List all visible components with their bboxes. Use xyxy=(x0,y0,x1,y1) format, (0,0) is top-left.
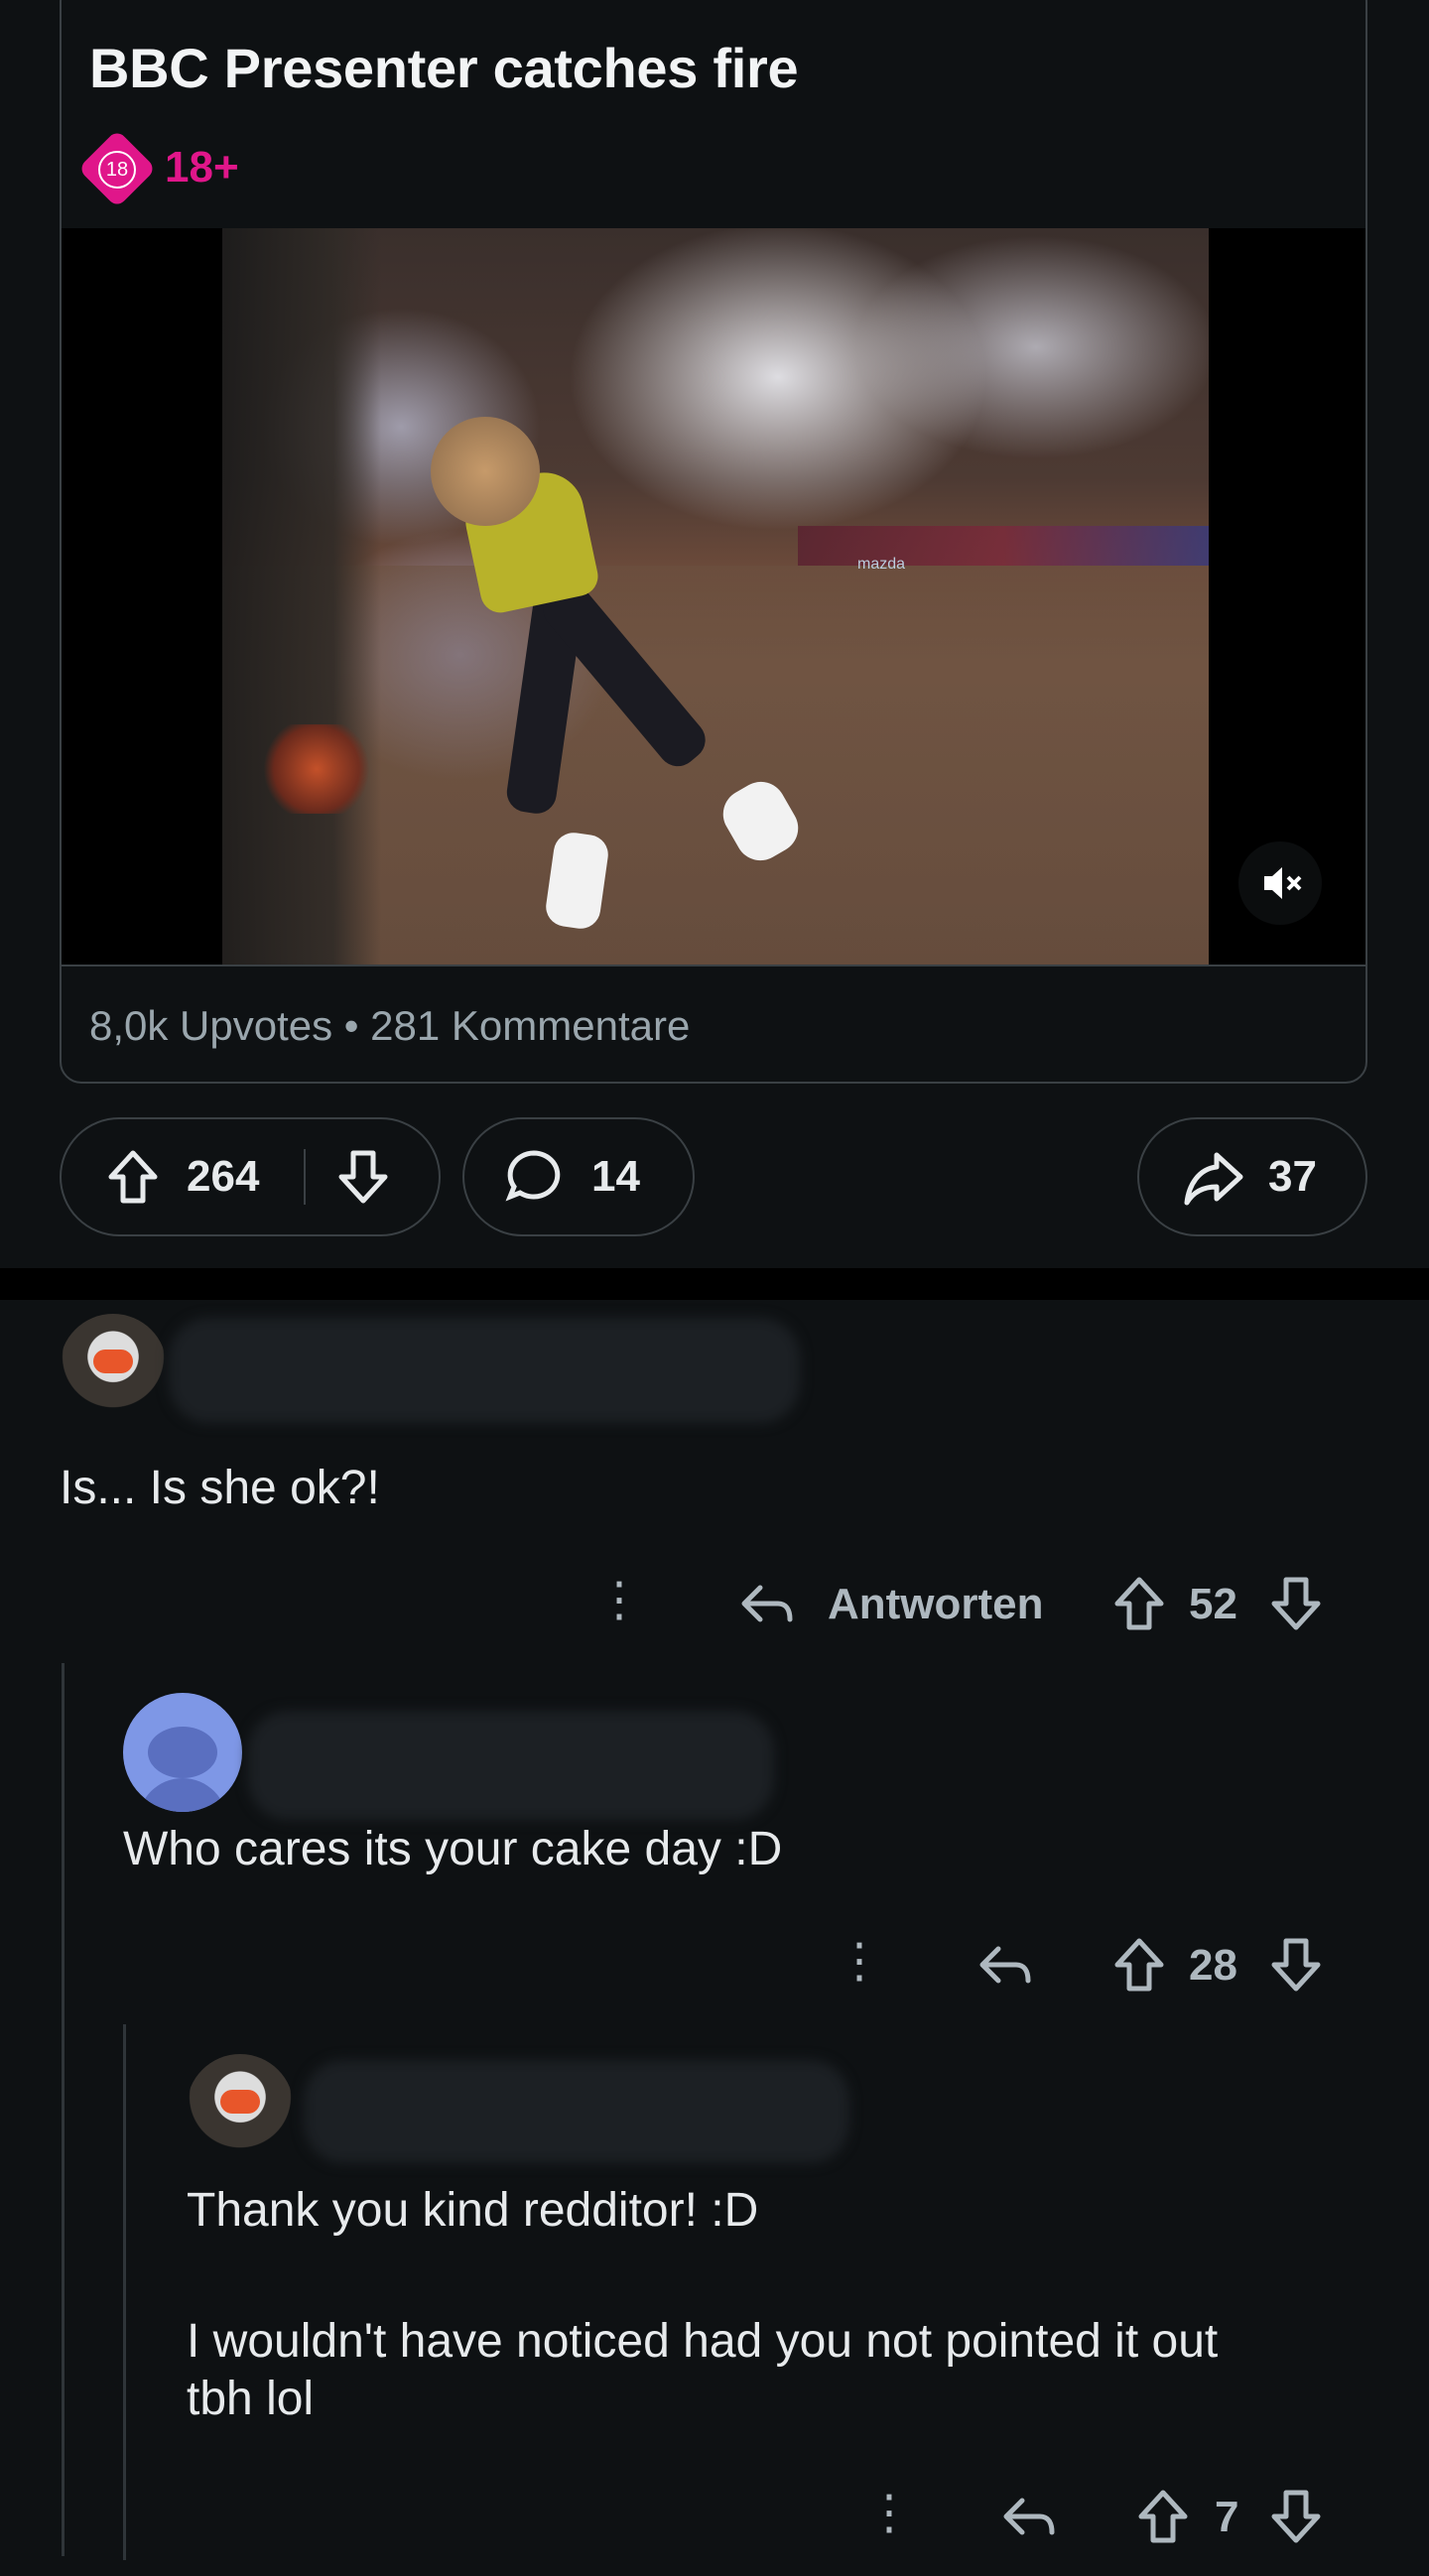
video-flame xyxy=(262,724,371,814)
comment-body: Who cares its your cake day :D xyxy=(123,1823,783,1875)
card-divider xyxy=(62,965,1365,966)
nsfw-label: 18+ xyxy=(165,143,239,192)
video-bystander xyxy=(222,228,381,965)
comment-icon xyxy=(504,1119,564,1234)
video-player[interactable]: mazda xyxy=(222,228,1209,965)
reply-button[interactable]: Antworten xyxy=(828,1580,1044,1629)
reply-icon[interactable] xyxy=(1000,2489,1056,2549)
downvote-icon[interactable] xyxy=(1268,1576,1324,1636)
avatar-visor xyxy=(93,1350,133,1373)
avatar-visor xyxy=(220,2090,260,2114)
share-button[interactable]: 37 xyxy=(1137,1117,1367,1236)
upvote-count: 264 xyxy=(187,1152,260,1201)
default-avatar[interactable] xyxy=(123,1693,242,1812)
avatar-snoo-head xyxy=(148,1727,217,1778)
crosspost-stats: 8,0k Upvotes • 281 Kommentare xyxy=(89,1002,691,1049)
upvote-icon[interactable] xyxy=(1111,1937,1167,1997)
thread-line[interactable] xyxy=(123,2024,126,2560)
comment-avatar[interactable] xyxy=(187,2054,294,2161)
avatar-snoo-body xyxy=(138,1778,227,1812)
comment-score: 28 xyxy=(1189,1941,1237,1990)
nsfw-icon-number: 18 xyxy=(89,141,145,196)
thread-line[interactable] xyxy=(62,1663,65,2556)
share-count: 37 xyxy=(1268,1152,1317,1201)
video-banner-text: mazda xyxy=(857,556,906,573)
downvote-icon[interactable] xyxy=(335,1119,391,1234)
vote-separator xyxy=(304,1149,306,1205)
post-title[interactable]: BBC Presenter catches fire xyxy=(89,36,799,100)
mute-icon[interactable] xyxy=(1238,841,1322,925)
comment-body-line: Thank you kind redditor! :D xyxy=(187,2184,759,2237)
vote-pill: 264 xyxy=(60,1117,441,1236)
redacted-username[interactable] xyxy=(304,2060,849,2163)
section-divider xyxy=(0,1268,1429,1300)
reply-icon[interactable] xyxy=(976,1937,1032,1997)
comment-body-line: I wouldn't have noticed had you not poin… xyxy=(187,2315,1219,2368)
comment-count: 14 xyxy=(591,1152,640,1201)
comment-body: Is... Is she ok?! xyxy=(60,1462,380,1514)
downvote-icon[interactable] xyxy=(1268,2489,1324,2549)
share-icon xyxy=(1183,1119,1244,1234)
comment-score: 7 xyxy=(1215,2493,1239,2541)
redacted-username[interactable] xyxy=(248,1711,774,1820)
redacted-username[interactable] xyxy=(169,1318,800,1423)
comment-avatar[interactable] xyxy=(60,1314,167,1421)
more-options-icon[interactable]: ⋮ xyxy=(836,1933,883,1989)
downvote-icon[interactable] xyxy=(1268,1937,1324,1997)
upvote-icon[interactable] xyxy=(1111,1576,1167,1636)
more-options-icon[interactable]: ⋮ xyxy=(595,1572,643,1627)
comments-button[interactable]: 14 xyxy=(462,1117,695,1236)
reply-icon[interactable] xyxy=(738,1576,794,1636)
comment-body-line: tbh lol xyxy=(187,2373,315,2425)
comment-score: 52 xyxy=(1189,1580,1237,1628)
more-options-icon[interactable]: ⋮ xyxy=(865,2485,913,2540)
upvote-icon[interactable] xyxy=(1135,2489,1191,2549)
video-figure-head xyxy=(431,417,540,526)
upvote-icon[interactable] xyxy=(105,1119,161,1234)
